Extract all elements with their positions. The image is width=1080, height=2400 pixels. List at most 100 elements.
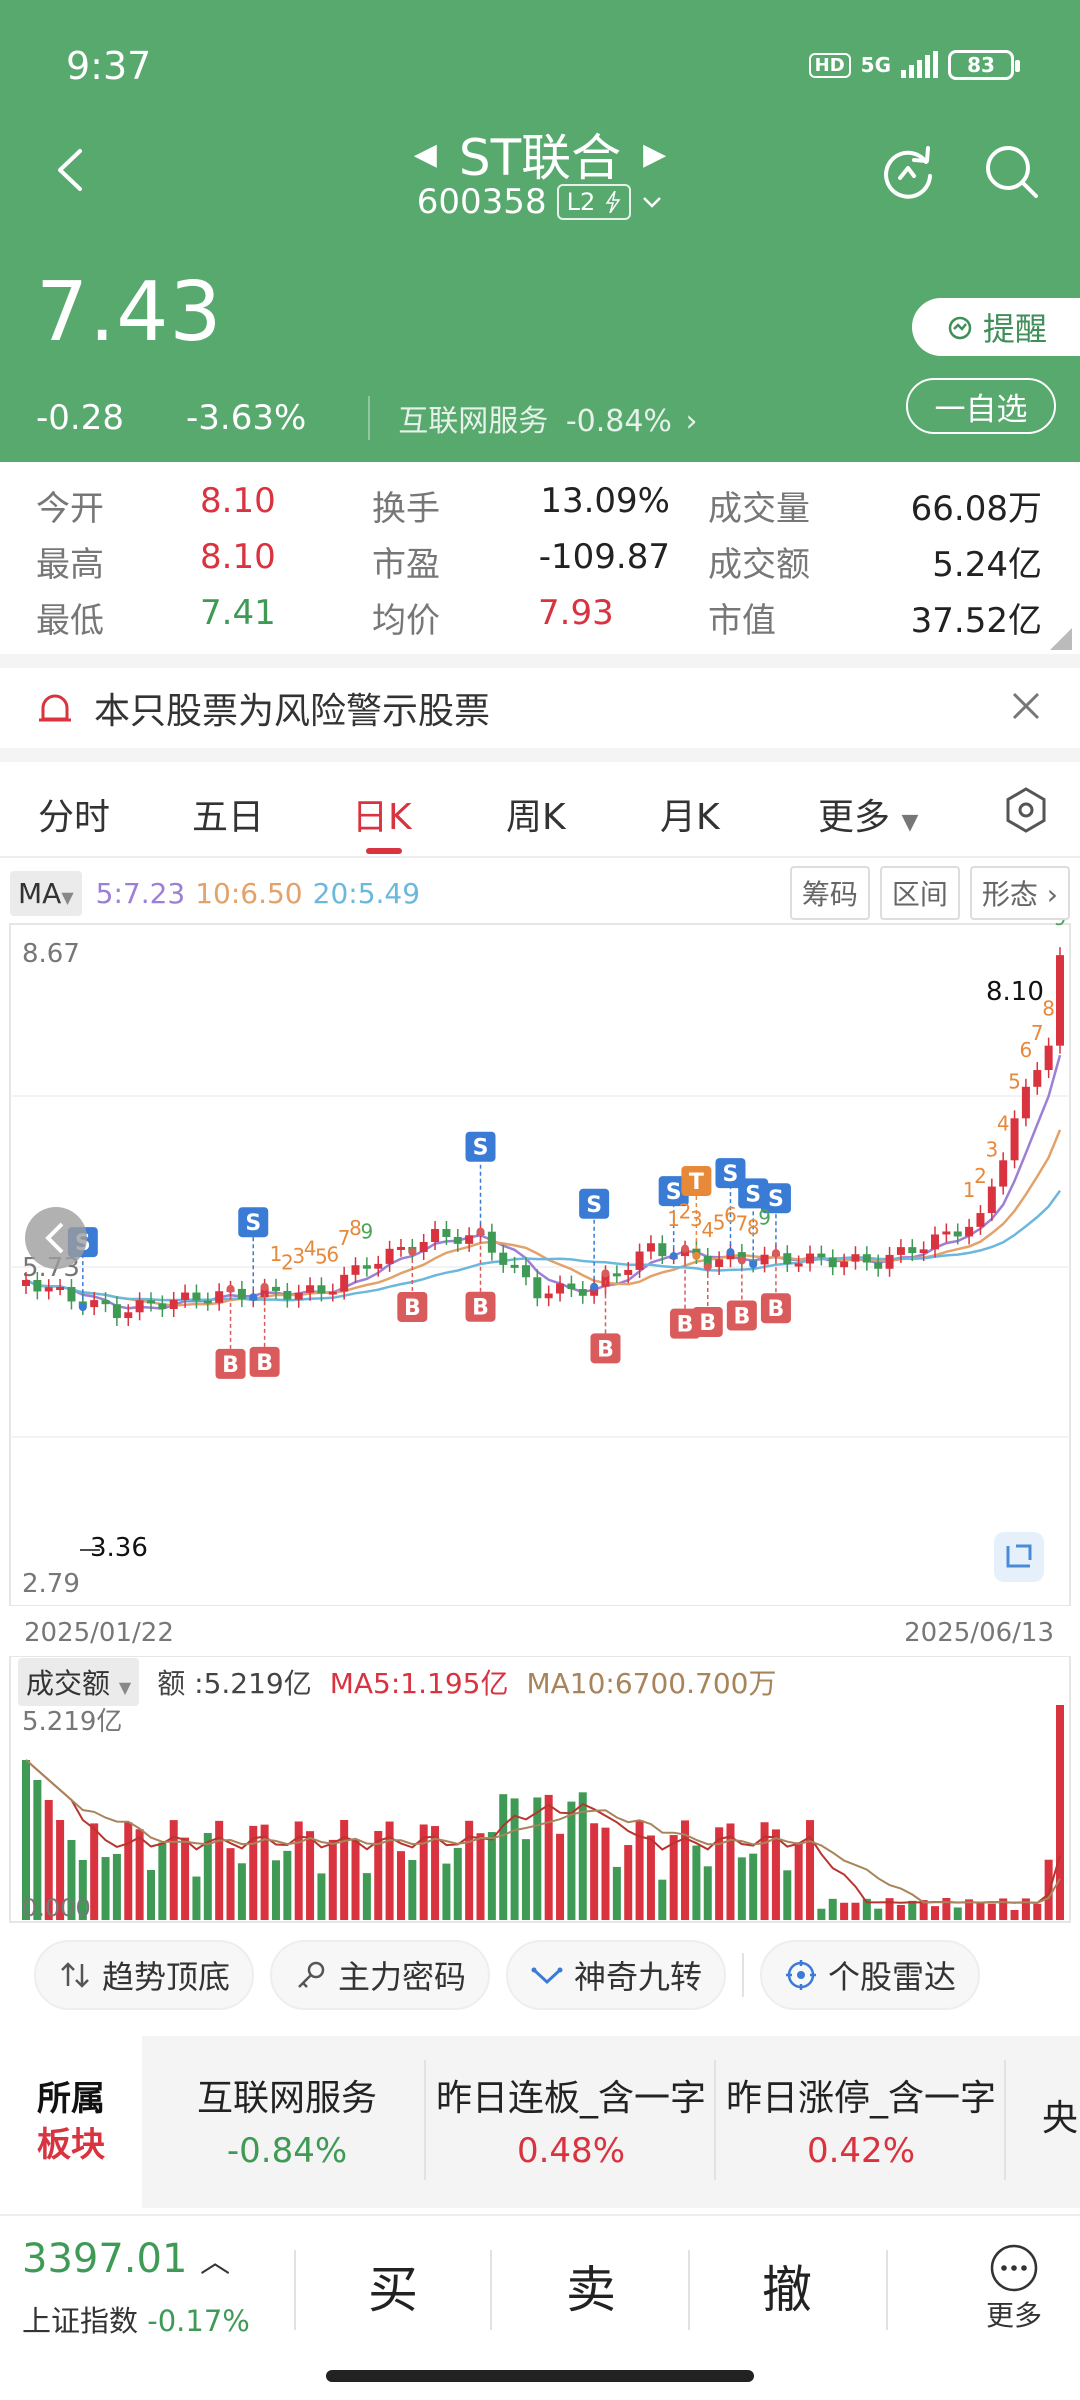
signal-label: B: [222, 1353, 239, 1378]
volume-bar: [1056, 1705, 1064, 1920]
bar-divider: [886, 2250, 888, 2330]
volume-bar: [533, 1797, 542, 1920]
ma-selector[interactable]: MA▼: [10, 870, 82, 916]
volume-bar: [442, 1863, 451, 1920]
pattern-button[interactable]: 形态 ›: [969, 866, 1070, 920]
candle: [624, 1269, 633, 1275]
volume-selector[interactable]: 成交额 ▼: [18, 1658, 140, 1706]
analysis-tools: 趋势顶底 主力密码 神奇九转 个股雷达: [34, 1940, 981, 2010]
range-button[interactable]: 区间: [879, 866, 960, 920]
sector-item[interactable]: 昨日涨停_含一字 0.42%: [718, 2060, 1006, 2180]
volume-bar: [840, 1902, 849, 1920]
tab-weekly-k[interactable]: 周K: [506, 788, 566, 840]
price-change: -0.28: [36, 398, 124, 438]
expand-stats-icon[interactable]: [1050, 628, 1072, 650]
ma5-value: 5:7.23: [95, 876, 186, 910]
stock-code: 600358: [416, 182, 547, 222]
chevron-down-icon[interactable]: [641, 194, 663, 210]
cancel-order-button[interactable]: 撤: [762, 2250, 812, 2322]
current-price: 7.43: [36, 265, 223, 360]
tab-monthly-k[interactable]: 月K: [660, 788, 720, 840]
volume-header: 成交额 ▼ 额 :5.219亿 MA5:1.195亿 MA10:6700.700…: [18, 1658, 776, 1706]
candle: [101, 1300, 110, 1305]
remind-label: 提醒: [982, 310, 1047, 348]
sell-button[interactable]: 卖: [566, 2250, 616, 2322]
nine-turn-counter: 2: [974, 1164, 987, 1188]
sector-item-name: 互联网服务: [196, 2078, 377, 2119]
nine-turn-counter: 4: [997, 1111, 1010, 1135]
volume-bar: [874, 1908, 883, 1920]
stat-label: 市值: [708, 601, 776, 641]
date-axis: 2025/01/22 2025/06/13: [0, 1610, 1080, 1652]
nine-turn-counter: 7: [1031, 1021, 1044, 1045]
refresh-icon[interactable]: [876, 140, 940, 204]
chips-button[interactable]: 筹码: [789, 866, 870, 920]
scroll-left-button: [25, 1207, 87, 1269]
remove-watchlist-button[interactable]: 一自选: [906, 378, 1056, 434]
more-button[interactable]: 更多: [984, 2242, 1044, 2334]
tab-intraday[interactable]: 分时: [38, 788, 110, 840]
tab-five-day[interactable]: 五日: [192, 788, 264, 840]
candle: [317, 1285, 326, 1294]
next-stock-icon[interactable]: ▶: [643, 137, 666, 172]
volume-bar: [181, 1837, 190, 1920]
stat-value: 7.93: [538, 593, 614, 633]
volume-bar: [737, 1857, 746, 1920]
candle: [22, 1280, 30, 1286]
signal-dot: [703, 1262, 712, 1271]
candle: [987, 1186, 996, 1214]
candle: [976, 1213, 985, 1227]
chip-label: 主力密码: [338, 1958, 467, 1996]
trend-top-bottom-chip[interactable]: 趋势顶底: [34, 1940, 255, 2010]
buy-button[interactable]: 买: [368, 2250, 418, 2322]
stat-value: -109.87: [538, 537, 670, 577]
candle: [215, 1291, 224, 1303]
volume-bar: [646, 1835, 655, 1920]
volume-bar: [499, 1794, 508, 1920]
signal-label: B: [768, 1297, 785, 1322]
sector-item[interactable]: 昨日连板_含一字 0.48%: [428, 2060, 716, 2180]
search-icon[interactable]: [980, 140, 1044, 204]
close-icon[interactable]: [1008, 688, 1044, 724]
tab-more[interactable]: 更多 ▼: [818, 788, 918, 840]
settings-icon[interactable]: [1002, 786, 1050, 834]
remind-button[interactable]: 提醒: [912, 298, 1080, 356]
risk-warning-banner[interactable]: 本只股票为风险警示股票: [0, 668, 1080, 748]
candle: [908, 1247, 917, 1254]
signal-label: B: [733, 1304, 750, 1329]
signal-dot: [771, 1249, 780, 1258]
prev-stock-icon[interactable]: ◀: [414, 137, 437, 172]
nine-turn-counter: 9: [1054, 920, 1067, 930]
ma-line: [25, 1190, 1062, 1302]
volume-bar: [1010, 1909, 1019, 1920]
sector-label-top: 所属: [37, 2079, 105, 2119]
sector-item[interactable]: 互联网服务 -0.84%: [150, 2060, 426, 2180]
candle: [965, 1226, 974, 1237]
index-value: 3397.01: [22, 2236, 188, 2282]
level2-badge[interactable]: L2: [556, 184, 632, 220]
magic-nine-chip[interactable]: 神奇九转: [506, 1940, 727, 2010]
bar-divider: [490, 2250, 492, 2330]
stat-label: 市盈: [372, 545, 440, 585]
sector-item[interactable]: 央: [1010, 2060, 1080, 2180]
bar-divider: [688, 2250, 690, 2330]
kline-chart[interactable]: 8.67 5.73 2.79 SSSSSSSSBBBBBBBBBT1234567…: [0, 920, 1080, 1606]
stock-radar-chip[interactable]: 个股雷达: [760, 1940, 981, 2010]
pattern-label: 形态: [981, 878, 1038, 911]
sector-name: 互联网服务: [398, 404, 549, 439]
sector-link[interactable]: 互联网服务 -0.84% ›: [368, 396, 698, 440]
stat-value: 7.41: [200, 593, 276, 633]
change-row: -0.28 -3.63% 互联网服务 -0.84% ›: [36, 396, 698, 440]
index-value-row[interactable]: 3397.01 ︿: [22, 2236, 230, 2282]
main-force-code-chip[interactable]: 主力密码: [270, 1940, 491, 2010]
candle: [1056, 955, 1064, 1046]
stock-name: ST联合: [458, 129, 622, 187]
stat-label: 最高: [36, 545, 104, 585]
volume-bar: [271, 1860, 280, 1920]
volume-bar: [817, 1908, 826, 1920]
trade-bar: 3397.01 ︿ 上证指数 -0.17% 买 卖 撤 更多: [0, 2214, 1080, 2354]
sector-item-pct: -0.84%: [226, 2131, 348, 2171]
stats-row: 最低 7.41 均价 7.93 市值 37.52亿: [0, 587, 1080, 643]
tab-daily-k[interactable]: 日K: [352, 788, 412, 840]
price-change-pct: -3.63%: [185, 398, 307, 438]
